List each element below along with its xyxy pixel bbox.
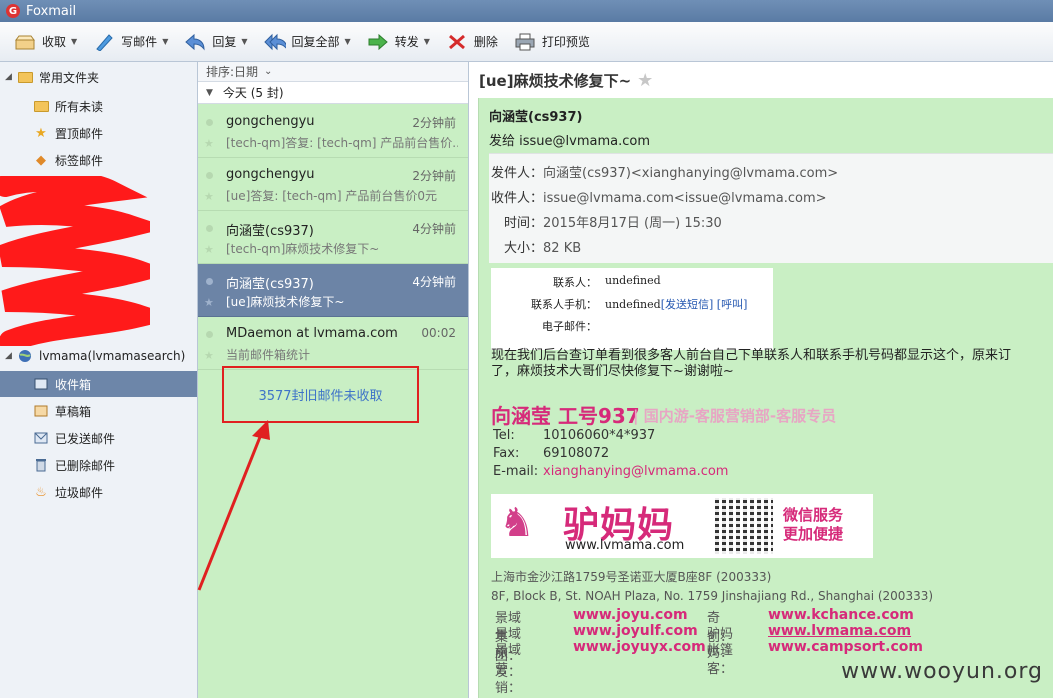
sort-dropdown[interactable]: 排序:日期 ⌄ [198,62,468,82]
signature-department: | 国内游-客服营销部-客服专员 [633,407,837,425]
chevron-down-icon: ⌄ [264,66,273,77]
redaction-scribble [0,176,150,346]
site-link[interactable]: www.joyulf.com [573,623,698,639]
folder-group-common[interactable]: ◢ 常用文件夹 [0,64,197,90]
site-link[interactable]: www.joyuyx.com [573,639,706,655]
star-icon[interactable]: ★ [204,190,214,203]
print-preview-button[interactable]: 打印预览 [514,28,590,56]
sent-time: 2015年8月17日 (周一) 15:30 [543,216,722,231]
chevron-down-icon[interactable]: ▼ [71,37,77,46]
collapse-triangle-icon: ▼ [206,87,213,98]
tag-icon: ◆ [36,152,46,168]
receive-button[interactable]: 收取 ▼ [14,28,77,56]
unread-dot-icon[interactable] [206,119,213,126]
chevron-down-icon[interactable]: ▼ [345,37,351,46]
star-icon[interactable]: ★ [204,137,214,150]
message-body: 向涵莹(cs937) 发给 issue@lvmama.com 发件人：向涵莹(c… [478,98,1053,698]
message-subject: [ue]麻烦技术修复下~ ★ [479,70,654,91]
sidebar-item-inbox[interactable]: 收件箱 [0,371,197,397]
sidebar-item-pinned[interactable]: ★ 置顶邮件 [0,120,197,146]
toolbar: 收取 ▼ 写邮件 ▼ 回复 ▼ 回复全部 ▼ 转发 ▼ 删除 打印预览 [0,22,1053,62]
star-icon: ★ [35,125,47,141]
delete-icon [446,32,468,52]
call-link[interactable]: [呼叫] [717,298,748,311]
unread-dot-icon[interactable] [206,331,213,338]
chevron-down-icon[interactable]: ▼ [241,37,247,46]
mail-list: 排序:日期 ⌄ ▼ 今天 (5 封) ★ gongchengyu 2分钟前 [t… [198,62,469,698]
reply-all-button[interactable]: 回复全部 ▼ [263,28,351,56]
unread-dot-icon[interactable] [206,172,213,179]
signature-name: 向涵莹 工号937 [491,404,640,428]
folder-icon [17,70,33,84]
collapse-triangle-icon[interactable]: ◢ [5,351,17,361]
printer-icon [514,32,536,52]
trash-can-icon [33,458,49,472]
sidebar-item-tagged[interactable]: ◆ 标签邮件 [0,147,197,173]
star-icon[interactable]: ★ [204,296,214,309]
list-item[interactable]: ★ 向涵莹(cs937) 4分钟前 [tech-qm]麻烦技术修复下~ [198,211,468,264]
unread-dot-icon[interactable] [206,278,213,285]
list-item[interactable]: ★ gongchengyu 2分钟前 [tech-qm]答复: [tech-qm… [198,105,468,158]
inbox-tray-icon [14,32,36,52]
message-header-details: 发件人：向涵莹(cs937)<xianghanying@lvmama.com> … [489,153,1053,263]
star-icon[interactable]: ★ [204,349,214,362]
address-cn: 上海市金沙江路1759号圣诺亚大厦B座8F (200333) [491,570,772,584]
sidebar-item-drafts[interactable]: 草稿箱 [0,398,197,424]
contact-info-table: 联系人： undefined 联系人手机： undefined[发送短信] [呼… [491,268,773,350]
pen-icon [93,32,115,52]
sent-mail-icon [33,431,49,445]
sidebar-item-sent[interactable]: 已发送邮件 [0,425,197,451]
address-en: 8F, Block B, St. NOAH Plaza, No. 1759 Ji… [491,589,934,603]
window-title: Foxmail [26,3,77,19]
folder-icon [33,99,49,113]
star-icon[interactable]: ★ [637,70,653,91]
chevron-down-icon[interactable]: ▼ [424,37,430,46]
sidebar-item-deleted[interactable]: 已删除邮件 [0,452,197,478]
reading-pane: [ue]麻烦技术修复下~ ★ 向涵莹(cs937) 发给 issue@lvmama… [469,62,1053,698]
to-address[interactable]: issue@lvmama.com<issue@lvmama.com> [543,191,827,206]
message-size: 82 KB [543,241,582,256]
inbox-icon [33,377,49,391]
from-address[interactable]: 向涵莹(cs937)<xianghanying@lvmama.com> [543,166,838,181]
chevron-down-icon[interactable]: ▼ [162,37,168,46]
donkey-mascot-icon: ♞ [499,500,535,546]
reply-button[interactable]: 回复 ▼ [184,28,248,56]
reply-all-icon [263,32,286,52]
foxmail-logo-icon: G [6,4,20,18]
old-mail-notice-link[interactable]: 3577封旧邮件未收取 [222,366,419,423]
list-item[interactable]: ★ gongchengyu 2分钟前 [ue]答复: [tech-qm] 产品前… [198,158,468,211]
date-group-header[interactable]: ▼ 今天 (5 封) [198,82,468,104]
delete-button[interactable]: 删除 [446,28,498,56]
site-link[interactable]: www.campsort.com [768,639,923,655]
folder-sidebar: ◢ 常用文件夹 所有未读 ★ 置顶邮件 ◆ 标签邮件 ◢ lvmama(lvma… [0,62,198,698]
sender-name[interactable]: 向涵莹(cs937) [489,106,582,125]
forward-button[interactable]: 转发 ▼ [367,28,430,56]
list-item-selected[interactable]: ★ 向涵莹(cs937) 4分钟前 [ue]麻烦技术修复下~ [198,264,468,317]
star-icon[interactable]: ★ [204,243,214,256]
reply-icon [184,32,206,52]
globe-icon [17,349,33,363]
lvmama-banner[interactable]: ♞ 驴妈妈 www.lvmama.com 微信服务 更加便捷 [491,494,873,558]
flame-icon: ♨ [35,484,47,500]
drafts-icon [33,404,49,418]
site-link[interactable]: www.lvmama.com [768,623,911,639]
signature-email-link[interactable]: xianghanying@lvmama.com [543,464,728,479]
title-bar: G Foxmail [0,0,1053,22]
collapse-triangle-icon[interactable]: ◢ [5,72,17,82]
site-link[interactable]: www.joyu.com [573,607,688,623]
send-sms-link[interactable]: [发送短信] [661,298,714,311]
unread-dot-icon[interactable] [206,225,213,232]
message-text: 现在我们后台查订单看到很多客人前台自己下单联系人和联系手机号码都显示这个，原来订… [491,348,1012,379]
watermark: www.wooyun.org [841,659,1043,684]
list-item[interactable]: ★ MDaemon at lvmama.com 00:02 当前邮件箱统计 [198,317,468,370]
forward-icon [367,32,389,52]
account-lvmama[interactable]: ◢ lvmama(lvmamasearch) [0,343,197,369]
site-link[interactable]: www.kchance.com [768,607,914,623]
compose-button[interactable]: 写邮件 ▼ [93,28,168,56]
sidebar-item-all-unread[interactable]: 所有未读 [0,93,197,119]
recipient-summary: 发给 issue@lvmama.com [489,134,650,149]
sidebar-item-spam[interactable]: ♨ 垃圾邮件 [0,479,197,505]
